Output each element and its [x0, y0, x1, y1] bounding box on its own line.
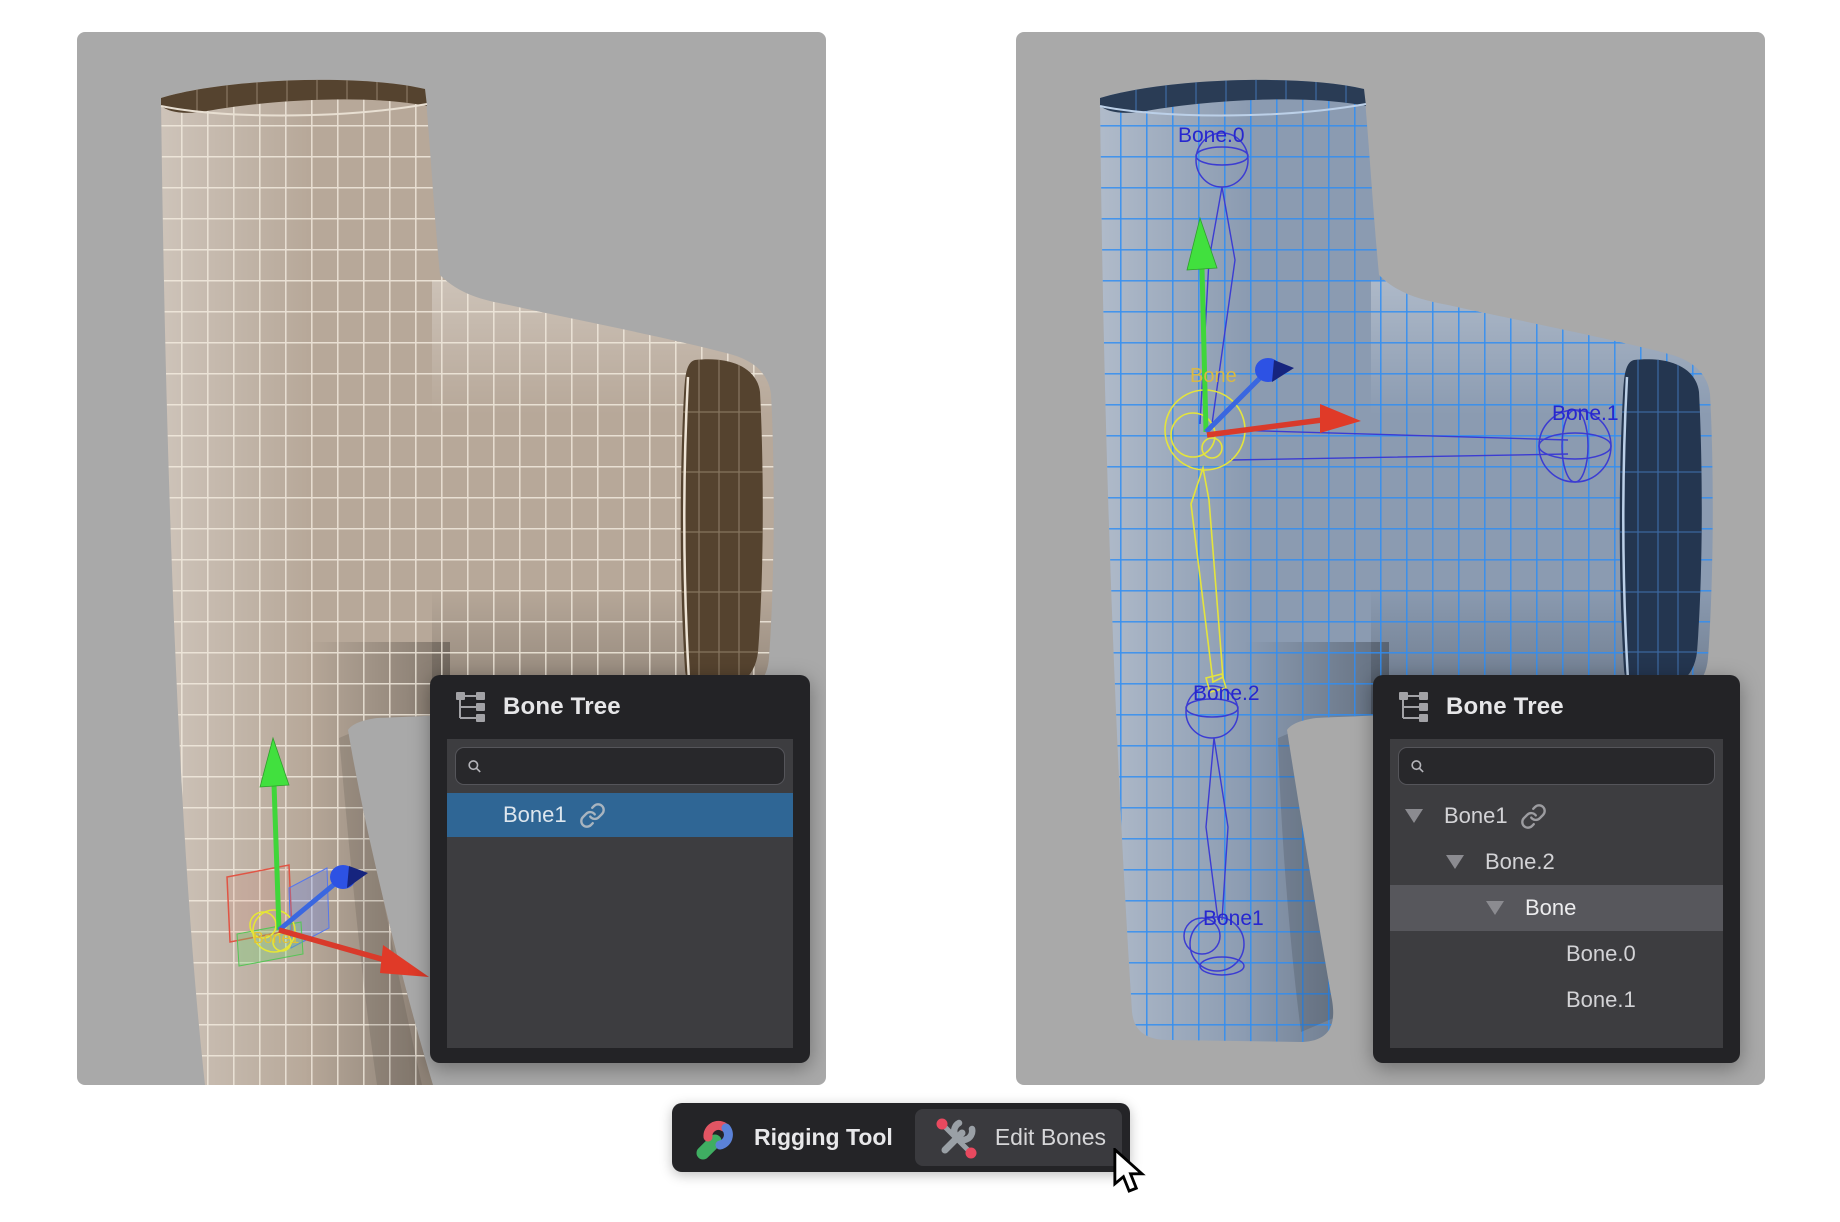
tool-switcher-toolbar: Rigging Tool Edit Bones [672, 1103, 1130, 1172]
bone-label-bone1-root: Bone1 [1203, 907, 1264, 930]
bone-tree-list: Bone1 [447, 739, 793, 1048]
bone-label-bone0: Bone.0 [1178, 124, 1245, 147]
tree-row-bone1[interactable]: Bone1 [447, 793, 793, 837]
tree-hierarchy-icon [1397, 691, 1431, 723]
bone-label-bone: Bone [1190, 365, 1237, 387]
tree-row-bone1[interactable]: Bone1 [1390, 793, 1723, 839]
tree-row-bone2[interactable]: Bone.2 [1390, 839, 1723, 885]
tree-hierarchy-icon [454, 691, 488, 723]
search-box[interactable] [1398, 747, 1715, 785]
panel-title: Bone Tree [1446, 693, 1564, 721]
panel-header: Bone Tree [1373, 675, 1740, 739]
expand-triangle-icon[interactable] [1446, 855, 1464, 869]
viewport-left[interactable]: Bone1 [77, 32, 826, 1085]
edit-bones-icon [931, 1113, 981, 1163]
arm-opening [1620, 359, 1702, 694]
expand-triangle-icon[interactable] [1486, 901, 1504, 915]
expand-triangle-icon[interactable] [1405, 809, 1423, 823]
bone-tree-panel-left: Bone Tree Bone1 [430, 675, 810, 1063]
bone-tree-list: Bone1 Bone.2 Bone Bone.0 [1390, 739, 1723, 1048]
magnifier-icon [467, 758, 482, 775]
panel-title: Bone Tree [503, 693, 621, 721]
tree-row-bone0-child[interactable]: Bone.0 [1390, 931, 1723, 977]
link-icon [1520, 803, 1547, 830]
panel-header: Bone Tree [430, 675, 810, 739]
search-input[interactable] [490, 755, 773, 778]
search-box[interactable] [455, 747, 785, 785]
bone-label-bone2: Bone.2 [1193, 682, 1260, 705]
rigging-tool-button[interactable]: Rigging Tool [678, 1109, 909, 1166]
bone-label-bone1-arm: Bone.1 [1552, 402, 1619, 425]
arm-opening [681, 359, 763, 694]
search-input[interactable] [1433, 755, 1703, 778]
tree-row-bone[interactable]: Bone [1390, 885, 1723, 931]
rigging-tool-icon [694, 1115, 740, 1161]
tree-row-bone1-child[interactable]: Bone.1 [1390, 977, 1723, 1023]
mouse-cursor [1112, 1148, 1152, 1194]
viewport-right[interactable]: Bone.0 Bone Bone.1 Bone.2 Bone1 Bone Tre… [1016, 32, 1765, 1085]
magnifier-icon [1410, 758, 1425, 775]
bone-tree-panel-right: Bone Tree Bone1 [1373, 675, 1740, 1063]
edit-bones-button[interactable]: Edit Bones [915, 1109, 1122, 1166]
link-icon [579, 802, 606, 829]
